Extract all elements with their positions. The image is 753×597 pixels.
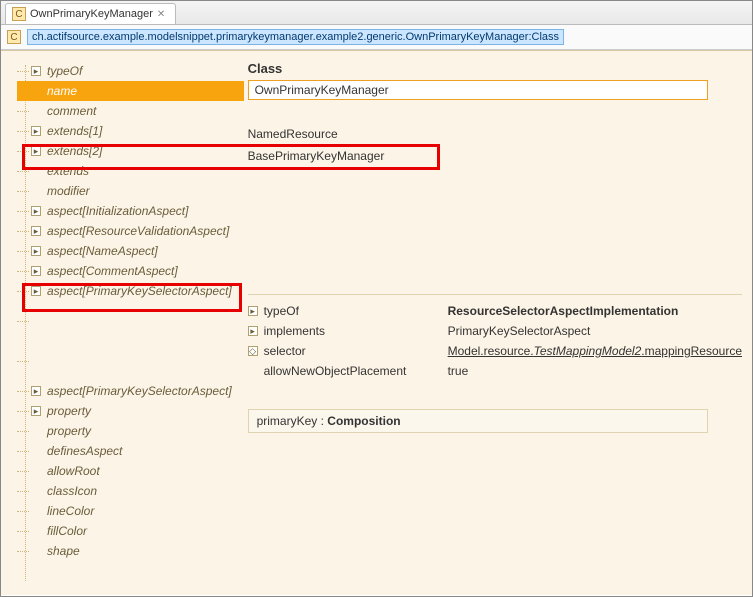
chevron-icon[interactable]: ▸ (31, 386, 41, 396)
editor-tab[interactable]: C OwnPrimaryKeyManager ✕ (5, 3, 176, 24)
aspect-allownew-value[interactable]: true (448, 364, 742, 378)
tree-shape[interactable]: shape (17, 541, 244, 561)
close-icon[interactable]: ✕ (157, 9, 165, 20)
tree-typeof[interactable]: ▸typeOf (17, 61, 244, 81)
tree-extends[interactable]: extends (17, 161, 244, 181)
chevron-icon[interactable]: ▸ (31, 246, 41, 256)
aspect-implements-value[interactable]: PrimaryKeySelectorAspect (448, 324, 742, 338)
property-tree: ▸typeOf name comment ▸extends[1] ▸extend… (1, 51, 248, 595)
tab-bar: C OwnPrimaryKeyManager ✕ (1, 1, 752, 25)
breadcrumb-path[interactable]: ch.actifsource.example.modelsnippet.prim… (27, 29, 564, 45)
aspect-detail: ▸typeOf ResourceSelectorAspectImplementa… (248, 294, 742, 381)
tree-definesaspect[interactable]: definesAspect (17, 441, 244, 461)
chevron-icon[interactable]: ▸ (31, 266, 41, 276)
chevron-icon[interactable]: ▸ (248, 326, 258, 336)
chevron-icon[interactable]: ▸ (248, 306, 258, 316)
aspect-typeof-value[interactable]: ResourceSelectorAspectImplementation (448, 304, 742, 318)
tree-gap (17, 301, 244, 341)
breadcrumb: C ch.actifsource.example.modelsnippet.pr… (1, 25, 752, 50)
tree-linecolor[interactable]: lineColor (17, 501, 244, 521)
tree-fillcolor[interactable]: fillColor (17, 521, 244, 541)
editor-body: ▸typeOf name comment ▸extends[1] ▸extend… (1, 50, 752, 595)
extends2-value[interactable]: BasePrimaryKeyManager (248, 149, 742, 163)
primarykey-row[interactable]: primaryKey : Composition (248, 409, 708, 433)
tree-modifier[interactable]: modifier (17, 181, 244, 201)
chevron-icon[interactable]: ▸ (31, 206, 41, 216)
extends1-value[interactable]: NamedResource (248, 127, 742, 141)
chevron-icon[interactable]: ▸ (31, 406, 41, 416)
tree-aspect-name[interactable]: ▸aspect[NameAspect] (17, 241, 244, 261)
tree-aspect-init[interactable]: ▸aspect[InitializationAspect] (17, 201, 244, 221)
name-input[interactable]: OwnPrimaryKeyManager (248, 80, 708, 100)
tree-aspect-comment[interactable]: ▸aspect[CommentAspect] (17, 261, 244, 281)
chevron-icon[interactable]: ▸ (31, 66, 41, 76)
tree-comment[interactable]: comment (17, 101, 244, 121)
tree-extends1[interactable]: ▸extends[1] (17, 121, 244, 141)
class-icon: C (7, 30, 21, 44)
tree-aspect-pksel[interactable]: ▸aspect[PrimaryKeySelectorAspect] (17, 281, 244, 301)
tree-allowroot[interactable]: allowRoot (17, 461, 244, 481)
chevron-icon[interactable]: ▸ (31, 226, 41, 236)
class-header: Class (248, 61, 742, 76)
tree-extends2[interactable]: ▸extends[2] (17, 141, 244, 161)
detail-panel: Class OwnPrimaryKeyManager NamedResource… (248, 51, 752, 595)
tree-property2[interactable]: property (17, 421, 244, 441)
tree-aspect-resval[interactable]: ▸aspect[ResourceValidationAspect] (17, 221, 244, 241)
chevron-icon[interactable]: ▸ (31, 286, 41, 296)
diamond-icon[interactable]: ◇ (248, 346, 258, 356)
tree-property1[interactable]: ▸property (17, 401, 244, 421)
tree-name[interactable]: name (17, 81, 244, 101)
tree-aspect-pksel2[interactable]: ▸aspect[PrimaryKeySelectorAspect] (17, 381, 244, 401)
class-icon: C (12, 7, 26, 21)
tree-classicon[interactable]: classIcon (17, 481, 244, 501)
tab-title: OwnPrimaryKeyManager (30, 8, 153, 20)
tree-gap (17, 341, 244, 381)
chevron-icon[interactable]: ▸ (31, 126, 41, 136)
chevron-icon[interactable]: ▸ (31, 146, 41, 156)
aspect-selector-value[interactable]: Model.resource.TestMappingModel2.mapping… (448, 344, 742, 358)
